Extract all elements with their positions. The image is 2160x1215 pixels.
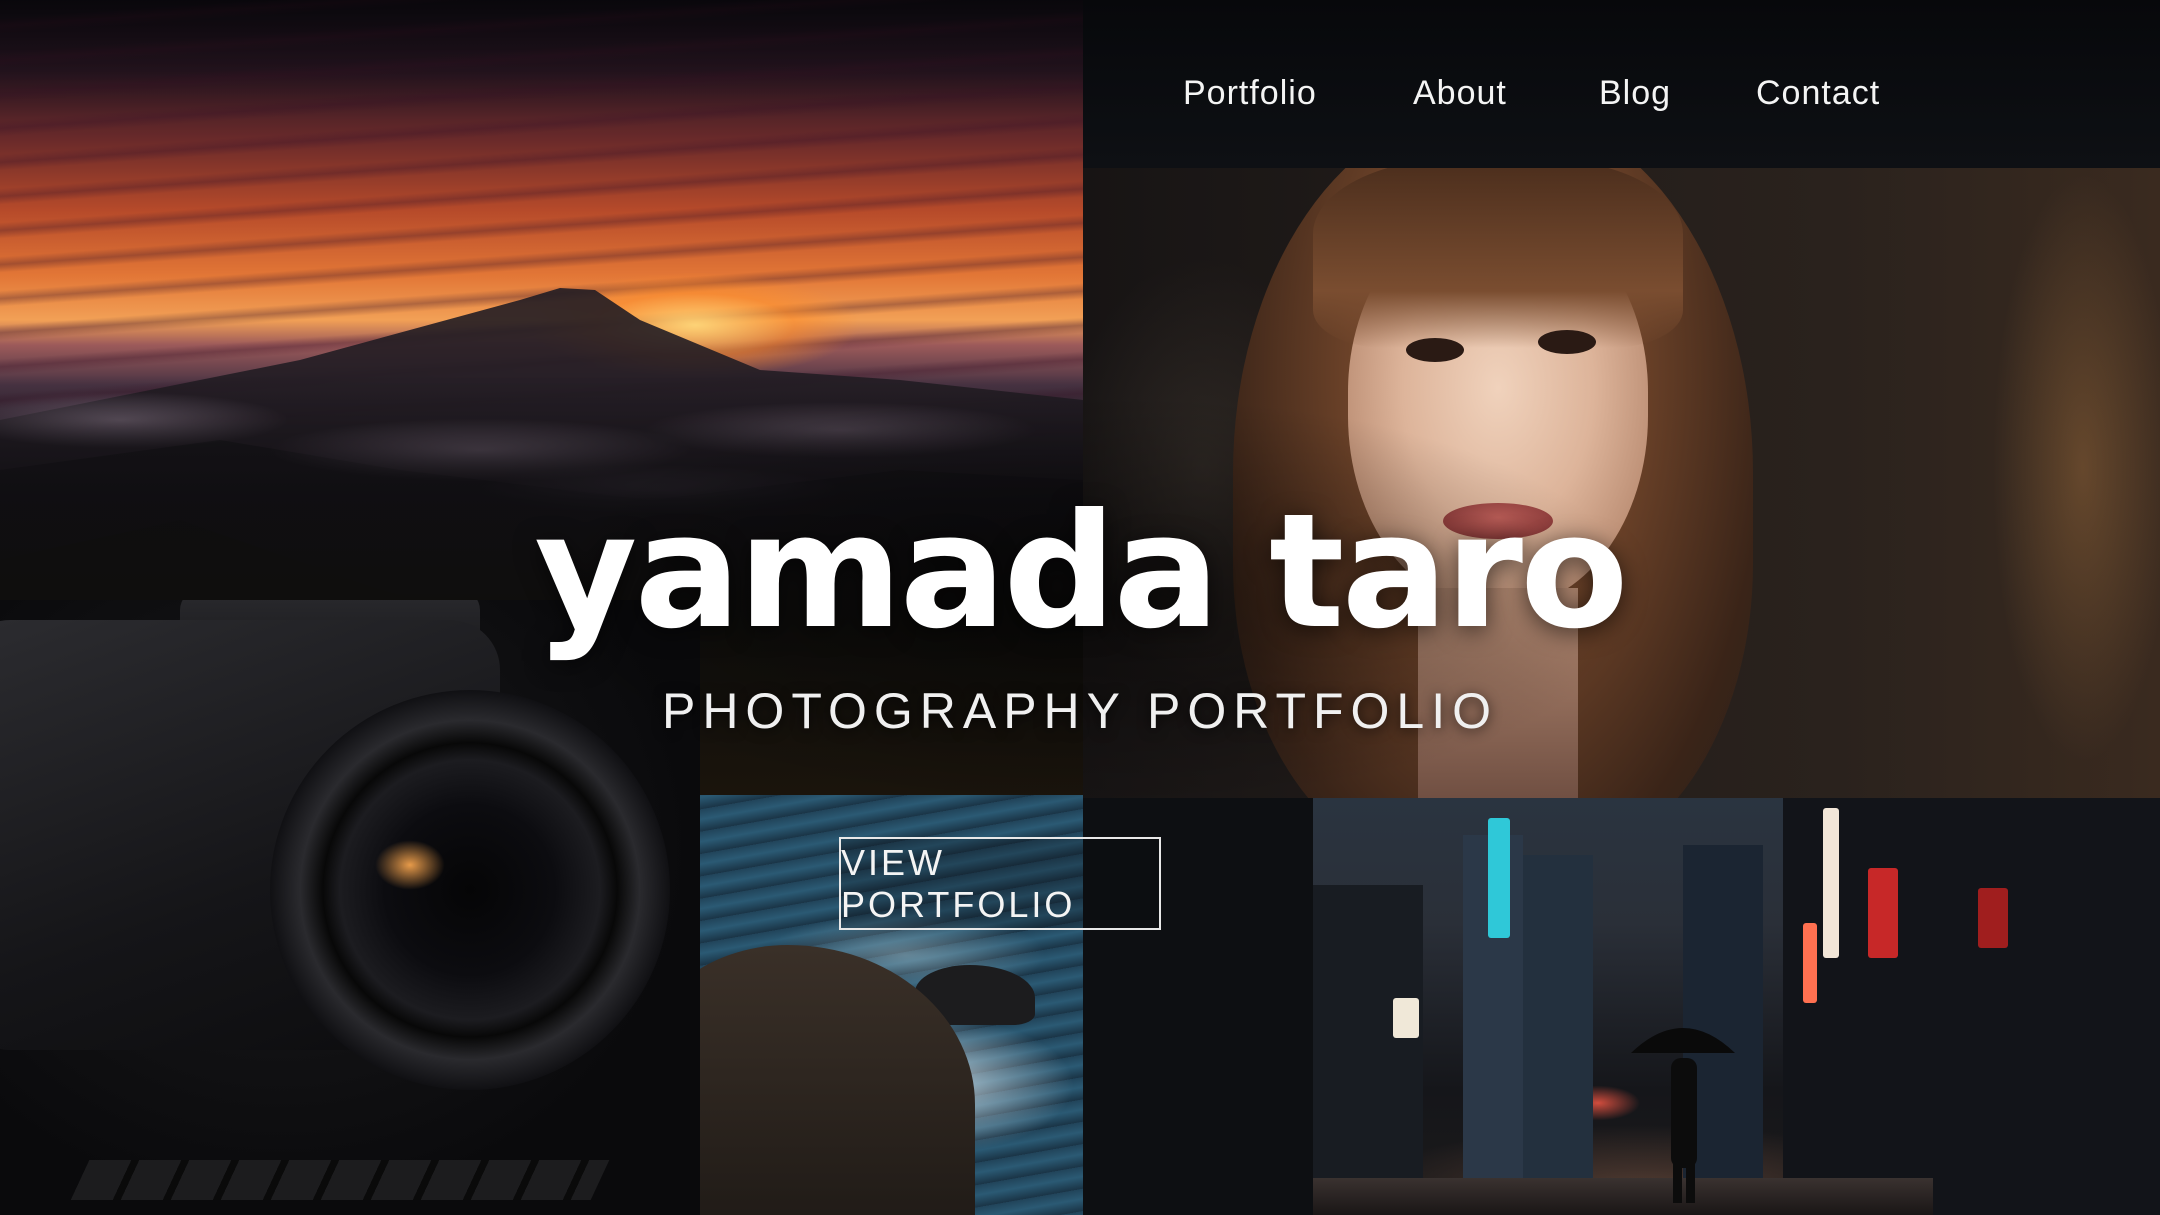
nav-bar: Portfolio About Blog Contact xyxy=(1083,0,2160,168)
nav-link-contact[interactable]: Contact xyxy=(1756,74,1880,113)
view-portfolio-button[interactable]: VIEW PORTFOLIO xyxy=(839,837,1161,930)
nav-link-about[interactable]: About xyxy=(1413,74,1507,113)
night-city-street-photo xyxy=(1083,798,2160,1215)
view-portfolio-button-label: VIEW PORTFOLIO xyxy=(841,841,1076,925)
nav-link-portfolio[interactable]: Portfolio xyxy=(1183,74,1317,113)
hero-title: yamada taro xyxy=(534,480,1628,664)
nav-link-blog[interactable]: Blog xyxy=(1599,74,1671,113)
hero-subtitle: PHOTOGRAPHY PORTFOLIO xyxy=(661,683,1499,739)
